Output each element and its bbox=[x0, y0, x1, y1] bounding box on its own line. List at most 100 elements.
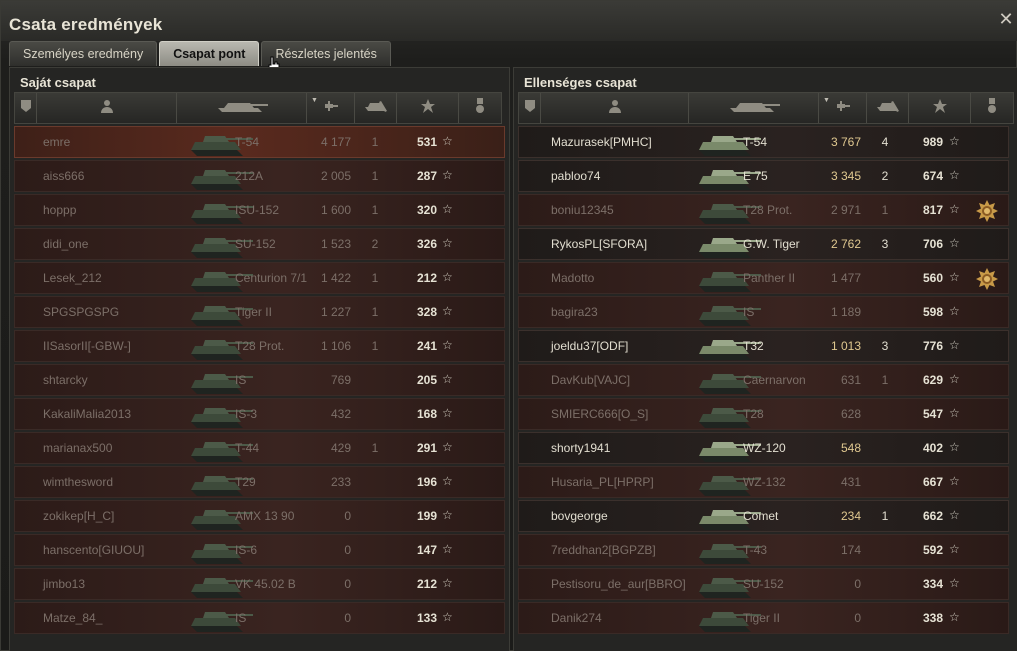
player-name[interactable]: shorty1941 bbox=[551, 441, 610, 455]
player-row[interactable]: jimbo13 VK 45.02 B 0 212 ☆ bbox=[14, 568, 505, 600]
player-row[interactable]: Mazurasek[PMHC] T-54 3 767 4 989 ☆ bbox=[518, 126, 1009, 158]
player-name[interactable]: RykosPL[SFORA] bbox=[551, 237, 647, 251]
kills-value: 4 bbox=[881, 135, 889, 149]
player-row[interactable]: shtarcky IS 769 205 ☆ bbox=[14, 364, 505, 396]
xp-value: 168 bbox=[416, 407, 437, 421]
damage-value: 1 189 bbox=[830, 305, 861, 319]
column-header-tank[interactable] bbox=[177, 93, 307, 123]
damage-value: 1 227 bbox=[320, 305, 351, 319]
player-name[interactable]: joeldu37[ODF] bbox=[551, 339, 628, 353]
tab-bar: Személyes eredmény Csapat pont Részletes… bbox=[9, 41, 391, 66]
column-header-kills[interactable] bbox=[867, 93, 909, 123]
player-name[interactable]: jimbo13 bbox=[43, 577, 85, 591]
tank-name: WZ-132 bbox=[743, 475, 786, 489]
player-row[interactable]: bagira23 IS 1 189 598 ☆ bbox=[518, 296, 1009, 328]
player-row[interactable]: Husaria_PL[HPRP] WZ-132 431 667 ☆ bbox=[518, 466, 1009, 498]
tab-personal-result[interactable]: Személyes eredmény bbox=[9, 41, 158, 66]
xp-value: 531 bbox=[416, 135, 437, 149]
player-row[interactable]: hoppp ISU-152 1 600 1 320 ☆ bbox=[14, 194, 505, 226]
player-name[interactable]: Mazurasek[PMHC] bbox=[551, 135, 652, 149]
player-name[interactable]: didi_one bbox=[43, 237, 88, 251]
player-row[interactable]: SPGSPGSPG Tiger II 1 227 1 328 ☆ bbox=[14, 296, 505, 328]
column-header-kills[interactable] bbox=[355, 93, 397, 123]
player-row[interactable]: Matze_84_ IS 0 133 ☆ bbox=[14, 602, 505, 634]
player-row[interactable]: joeldu37[ODF] T32 1 013 3 776 ☆ bbox=[518, 330, 1009, 362]
xp-value: 592 bbox=[922, 543, 943, 557]
column-header-medal[interactable] bbox=[459, 93, 501, 123]
player-name[interactable]: emre bbox=[43, 135, 70, 149]
player-name[interactable]: aiss666 bbox=[43, 169, 84, 183]
title-bar: Csata eredmények ✕ bbox=[1, 1, 1017, 41]
player-name[interactable]: hoppp bbox=[43, 203, 76, 217]
player-row[interactable]: marianax500 T-44 429 1 291 ☆ bbox=[14, 432, 505, 464]
medal-icon bbox=[987, 97, 997, 119]
player-name[interactable]: zokikep[H_C] bbox=[43, 509, 114, 523]
xp-value: 287 bbox=[416, 169, 437, 183]
player-row[interactable]: emre T-54 4 177 1 531 ☆ bbox=[14, 126, 505, 158]
player-row[interactable]: 7reddhan2[BGPZB] T-43 174 592 ☆ bbox=[518, 534, 1009, 566]
player-name[interactable]: Lesek_212 bbox=[43, 271, 102, 285]
player-row[interactable]: hanscento[GIUOU] IS-6 0 147 ☆ bbox=[14, 534, 505, 566]
player-name[interactable]: KakaliMalia2013 bbox=[43, 407, 131, 421]
player-row[interactable]: Madotto Panther II 1 477 560 ☆ bbox=[518, 262, 1009, 294]
xp-star-icon: ☆ bbox=[949, 542, 960, 556]
column-header-platoon[interactable] bbox=[15, 93, 37, 123]
player-row[interactable]: Danik274 Tiger II 0 338 ☆ bbox=[518, 602, 1009, 634]
player-row[interactable]: SMIERC666[O_S] T28 628 547 ☆ bbox=[518, 398, 1009, 430]
xp-value: 334 bbox=[922, 577, 943, 591]
player-name[interactable]: bagira23 bbox=[551, 305, 598, 319]
xp-star-icon: ☆ bbox=[949, 134, 960, 148]
player-name[interactable]: Matze_84_ bbox=[43, 611, 102, 625]
close-icon[interactable]: ✕ bbox=[998, 10, 1014, 28]
player-name[interactable]: shtarcky bbox=[43, 373, 88, 387]
player-name[interactable]: hanscento[GIUOU] bbox=[43, 543, 144, 557]
player-row[interactable]: wimthesword T29 233 196 ☆ bbox=[14, 466, 505, 498]
player-name[interactable]: 7reddhan2[BGPZB] bbox=[551, 543, 656, 557]
player-name[interactable]: SMIERC666[O_S] bbox=[551, 407, 648, 421]
player-name[interactable]: boniu12345 bbox=[551, 203, 614, 217]
player-name[interactable]: pabloo74 bbox=[551, 169, 600, 183]
xp-value: 560 bbox=[922, 271, 943, 285]
damage-value: 1 013 bbox=[830, 339, 861, 353]
player-row[interactable]: KakaliMalia2013 IS-3 432 168 ☆ bbox=[14, 398, 505, 430]
enemy-team-rows: Mazurasek[PMHC] T-54 3 767 4 989 ☆ pabloo74 E 7… bbox=[518, 126, 1009, 636]
player-row[interactable]: Pestisoru_de_aur[BBRO] SU-152 0 334 ☆ bbox=[518, 568, 1009, 600]
column-header-xp-star[interactable] bbox=[909, 93, 971, 123]
player-name[interactable]: wimthesword bbox=[43, 475, 113, 489]
player-name[interactable]: bovgeorge bbox=[551, 509, 608, 523]
column-header-xp-star[interactable] bbox=[397, 93, 459, 123]
player-name[interactable]: SPGSPGSPG bbox=[43, 305, 119, 319]
damage-value: 0 bbox=[854, 577, 861, 591]
column-header-player[interactable] bbox=[541, 93, 689, 123]
xp-star-icon: ☆ bbox=[442, 372, 453, 386]
player-row[interactable]: bovgeorge Comet 234 1 662 ☆ bbox=[518, 500, 1009, 532]
column-header-platoon[interactable] bbox=[519, 93, 541, 123]
player-name[interactable]: Madotto bbox=[551, 271, 594, 285]
player-name[interactable]: marianax500 bbox=[43, 441, 112, 455]
column-header-medal[interactable] bbox=[971, 93, 1013, 123]
player-row[interactable]: DavKub[VAJC] Caernarvon 631 1 629 ☆ bbox=[518, 364, 1009, 396]
player-row[interactable]: boniu12345 T28 Prot. 2 971 1 817 ☆ bbox=[518, 194, 1009, 226]
player-row[interactable]: pabloo74 E 75 3 345 2 674 ☆ bbox=[518, 160, 1009, 192]
player-row[interactable]: Lesek_212 Centurion 7/1 1 422 1 212 ☆ bbox=[14, 262, 505, 294]
player-name[interactable]: IISasorII[-GBW-] bbox=[43, 339, 131, 353]
column-header-player[interactable] bbox=[37, 93, 177, 123]
player-name[interactable]: Danik274 bbox=[551, 611, 602, 625]
player-row[interactable]: IISasorII[-GBW-] T28 Prot. 1 106 1 241 ☆ bbox=[14, 330, 505, 362]
kills-value: 1 bbox=[371, 203, 379, 217]
column-header-damage[interactable]: ▼ bbox=[819, 93, 867, 123]
column-header-tank[interactable] bbox=[689, 93, 819, 123]
player-row[interactable]: zokikep[H_C] AMX 13 90 0 199 ☆ bbox=[14, 500, 505, 532]
player-name[interactable]: Pestisoru_de_aur[BBRO] bbox=[551, 577, 686, 591]
tab-team-score[interactable]: Csapat pont bbox=[159, 41, 260, 66]
kills-icon bbox=[875, 99, 901, 118]
player-row[interactable]: RykosPL[SFORA] G.W. Tiger 2 762 3 706 ☆ bbox=[518, 228, 1009, 260]
player-row[interactable]: didi_one SU-152 1 523 2 326 ☆ bbox=[14, 228, 505, 260]
own-team-panel: Saját csapat ▼ emre T-54 4 177 1 531 ☆ aiss666… bbox=[9, 67, 510, 651]
player-name[interactable]: DavKub[VAJC] bbox=[551, 373, 630, 387]
player-row[interactable]: aiss666 212A 2 005 1 287 ☆ bbox=[14, 160, 505, 192]
tank-name: VK 45.02 B bbox=[235, 577, 296, 591]
column-header-damage[interactable]: ▼ bbox=[307, 93, 355, 123]
player-name[interactable]: Husaria_PL[HPRP] bbox=[551, 475, 654, 489]
player-row[interactable]: shorty1941 WZ-120 548 402 ☆ bbox=[518, 432, 1009, 464]
